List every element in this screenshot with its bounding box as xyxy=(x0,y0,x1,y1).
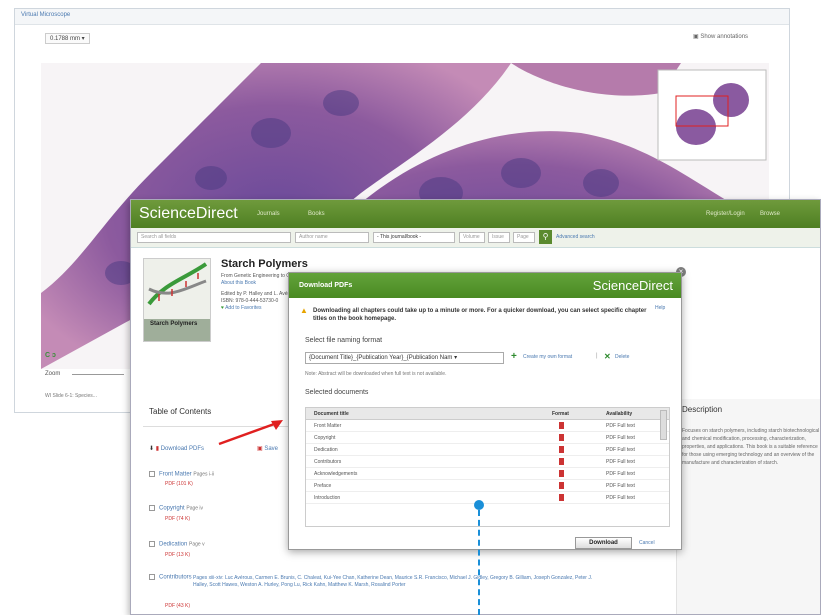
download-button[interactable]: Download xyxy=(575,537,632,549)
description-heading: Description xyxy=(682,405,723,414)
search-all-fields[interactable]: Search all fields xyxy=(137,232,291,243)
create-format-link[interactable]: Create my own format xyxy=(523,354,572,360)
advanced-search-link[interactable]: Advanced search xyxy=(556,234,595,240)
pdf-icon xyxy=(559,470,564,477)
pdf-link[interactable]: PDF (74 K) xyxy=(165,516,190,522)
delete-link[interactable]: Delete xyxy=(615,354,629,360)
zoom-label: Zoom xyxy=(45,371,61,377)
delete-icon[interactable]: ✕ xyxy=(604,352,611,361)
sd-top-bar: ScienceDirect Journals Books Register/Lo… xyxy=(131,200,820,228)
table-header: Document title Format Availability xyxy=(306,408,669,420)
register-login-link[interactable]: Register/Login xyxy=(706,211,745,217)
pdf-link[interactable]: PDF (13 K) xyxy=(165,552,190,558)
table-scrollbar[interactable] xyxy=(660,410,667,440)
abstract-note: Note: Abstract will be downloaded when f… xyxy=(305,371,447,377)
red-arrow-icon xyxy=(218,420,283,446)
search-icon: ⚲ xyxy=(542,232,549,241)
checkbox[interactable] xyxy=(149,574,155,580)
author-field[interactable]: Author name xyxy=(295,232,369,243)
book-title: Starch Polymers xyxy=(221,258,308,270)
cover-title: Starch Polymers xyxy=(150,321,198,327)
download-icon: ⬇ xyxy=(149,446,155,452)
table-row[interactable]: Copyright PDF Full text xyxy=(306,432,669,444)
book-cover[interactable]: Starch Polymers xyxy=(143,258,211,342)
table-row[interactable]: Acknowledgements PDF Full text xyxy=(306,468,669,480)
pdf-icon: ▮ xyxy=(155,446,160,452)
browse-link[interactable]: Browse xyxy=(760,211,780,217)
download-pdfs-link[interactable]: ⬇ ▮ Download PDFs xyxy=(149,445,204,452)
documents-table: Document title Format Availability Front… xyxy=(305,407,670,527)
selected-documents-label: Selected documents xyxy=(305,389,369,396)
pdf-icon xyxy=(559,494,564,501)
modal-brand: ScienceDirect xyxy=(592,278,673,293)
modal-header: Download PDFs ScienceDirect xyxy=(289,273,681,298)
file-naming-select[interactable]: {Document Title}_{Publication Year}_{Pub… xyxy=(305,352,504,364)
toc-heading: Table of Contents xyxy=(149,407,212,416)
dna-helix-icon xyxy=(144,259,210,341)
zoom-select[interactable]: 0.1788 mm ▾ xyxy=(45,33,90,44)
table-row[interactable]: Front Matter PDF Full text xyxy=(306,420,669,432)
pdf-icon xyxy=(559,446,564,453)
nav-books[interactable]: Books xyxy=(308,211,325,217)
viewer-footer: WI Slide 6-1: Species... xyxy=(45,393,97,399)
cursor-marker xyxy=(474,500,484,510)
checkbox[interactable] xyxy=(149,471,155,477)
checkbox[interactable] xyxy=(149,541,155,547)
checkbox[interactable] xyxy=(149,505,155,511)
pdf-link[interactable]: PDF (43 K) xyxy=(165,603,190,609)
table-row[interactable]: Dedication PDF Full text xyxy=(306,444,669,456)
warning-icon: ▲ xyxy=(300,306,308,315)
cursor-guide-line xyxy=(478,510,480,615)
plus-icon[interactable]: + xyxy=(511,352,517,362)
chevron-down-icon: ▾ xyxy=(454,355,458,361)
column-availability[interactable]: Availability xyxy=(606,411,632,417)
download-warning: ▲ Downloading all chapters could take up… xyxy=(300,306,647,323)
search-button[interactable]: ⚲ xyxy=(539,230,552,244)
toc-item-copyright[interactable]: Copyright Page iv xyxy=(149,505,203,512)
toc-item-dedication[interactable]: Dedication Page v xyxy=(149,541,205,548)
contributors-line: Pages xiii-xiv: Luc Avérous, Carmen E. B… xyxy=(193,575,593,588)
table-row[interactable]: Contributors PDF Full text xyxy=(306,456,669,468)
sd-search-bar: Search all fields Author name - This jou… xyxy=(131,228,820,248)
table-row[interactable]: Introduction PDF Full text xyxy=(306,492,669,504)
zoom-slider[interactable] xyxy=(72,374,124,375)
toc-item-front-matter[interactable]: Front Matter Pages i-ii xyxy=(149,471,214,478)
toc-item-contributors[interactable]: Contributors xyxy=(149,574,192,581)
viewer-header[interactable]: Virtual Microscope xyxy=(15,9,789,25)
page-field[interactable]: Page xyxy=(513,232,535,243)
sd-logo[interactable]: ScienceDirect xyxy=(139,205,238,223)
column-format[interactable]: Format xyxy=(552,411,569,417)
description-text: Focuses on starch polymers, including st… xyxy=(682,428,820,466)
help-link[interactable]: Help xyxy=(655,305,665,311)
show-annotations-toggle[interactable]: ▣ Show annotations xyxy=(693,33,748,40)
download-pdfs-modal: Download PDFs ScienceDirect ▲ Downloadin… xyxy=(288,272,682,550)
journal-select[interactable]: - This journal/book - xyxy=(373,232,455,243)
format-label: Select file naming format xyxy=(305,337,383,344)
cancel-link[interactable]: Cancel xyxy=(639,540,655,546)
pdf-icon xyxy=(559,422,564,429)
nav-journals[interactable]: Journals xyxy=(257,211,280,217)
pdf-icon xyxy=(559,458,564,465)
modal-title: Download PDFs xyxy=(299,282,353,289)
divider: | xyxy=(596,353,598,359)
volume-field[interactable]: Volume xyxy=(459,232,485,243)
column-title[interactable]: Document title xyxy=(314,411,349,417)
minimap[interactable] xyxy=(657,69,767,161)
heart-icon: ♥ xyxy=(221,305,224,311)
pdf-icon xyxy=(559,482,564,489)
description-panel: Description Focuses on starch polymers, … xyxy=(676,399,820,614)
table-row[interactable]: Preface PDF Full text xyxy=(306,480,669,492)
issue-field[interactable]: Issue xyxy=(488,232,510,243)
pdf-link[interactable]: PDF (101 K) xyxy=(165,481,193,487)
pdf-icon xyxy=(559,434,564,441)
zoom-arrows-icon[interactable]: C ↄ xyxy=(45,352,56,359)
